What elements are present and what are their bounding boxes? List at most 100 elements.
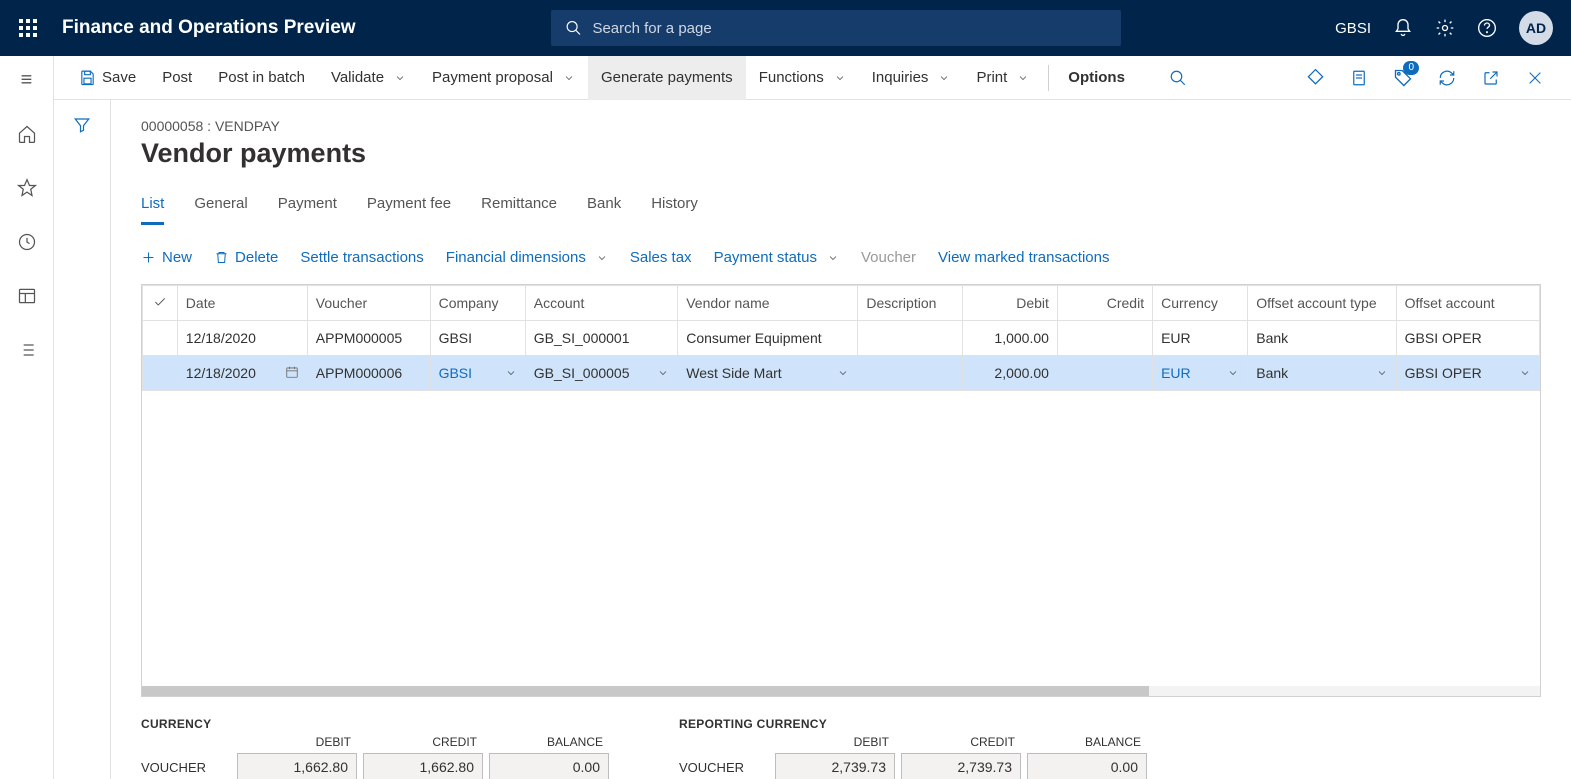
attachments-button[interactable]	[1295, 56, 1335, 100]
cell-date[interactable]: 12/18/2020	[177, 321, 307, 356]
cell-credit[interactable]	[1057, 321, 1152, 356]
functions-menu[interactable]: Functions	[746, 56, 859, 100]
global-header: Finance and Operations Preview GBSI AD	[0, 0, 1571, 56]
office-button[interactable]	[1339, 56, 1379, 100]
chevron-down-icon[interactable]	[1519, 367, 1531, 379]
chevron-down-icon[interactable]	[657, 367, 669, 379]
cell-credit[interactable]	[1057, 356, 1152, 391]
col-credit[interactable]: Credit	[1057, 286, 1152, 321]
print-menu[interactable]: Print	[963, 56, 1042, 100]
company-indicator[interactable]: GBSI	[1335, 20, 1371, 37]
cell-offset-account[interactable]: GBSI OPER	[1396, 321, 1539, 356]
chevron-down-icon	[827, 252, 839, 264]
payment-proposal-menu[interactable]: Payment proposal	[419, 56, 588, 100]
search-input[interactable]	[592, 20, 1107, 37]
total-value: 1,662.80	[237, 753, 357, 779]
col-account[interactable]: Account	[525, 286, 677, 321]
cell-offset-type[interactable]: Bank	[1248, 356, 1396, 391]
cell-currency[interactable]: EUR	[1153, 356, 1248, 391]
cell-voucher[interactable]: APPM000006	[307, 356, 430, 391]
cell-voucher[interactable]: APPM000005	[307, 321, 430, 356]
col-debit[interactable]: Debit	[962, 286, 1057, 321]
new-button[interactable]: New	[141, 249, 192, 266]
cell-description[interactable]	[858, 321, 962, 356]
financial-dimensions-menu[interactable]: Financial dimensions	[446, 249, 608, 266]
nav-home[interactable]	[0, 116, 54, 152]
nav-workspaces[interactable]	[0, 278, 54, 314]
sales-tax-button[interactable]: Sales tax	[630, 249, 692, 266]
user-avatar[interactable]: AD	[1519, 11, 1553, 45]
cell-company[interactable]: GBSI	[430, 356, 525, 391]
find-button[interactable]	[1158, 56, 1198, 100]
cell-description[interactable]	[858, 356, 962, 391]
row-selector[interactable]	[143, 356, 178, 391]
cell-account[interactable]: GB_SI_000001	[525, 321, 677, 356]
tab-general[interactable]: General	[194, 195, 247, 225]
cell-company[interactable]: GBSI	[430, 321, 525, 356]
tab-payment[interactable]: Payment	[278, 195, 337, 225]
horizontal-scrollbar[interactable]	[142, 686, 1540, 696]
cell-offset-type[interactable]: Bank	[1248, 321, 1396, 356]
calendar-icon[interactable]	[285, 365, 299, 379]
inquiries-menu[interactable]: Inquiries	[859, 56, 964, 100]
tab-history[interactable]: History	[651, 195, 698, 225]
reporting-section-label: REPORTING CURRENCY	[679, 717, 1147, 731]
row-selector[interactable]	[143, 321, 178, 356]
chevron-down-icon[interactable]	[1376, 367, 1388, 379]
delete-button[interactable]: Delete	[214, 249, 278, 266]
validate-menu[interactable]: Validate	[318, 56, 419, 100]
grid-row[interactable]: 12/18/2020 APPM000005 GBSI GB_SI_000001 …	[143, 321, 1540, 356]
popout-button[interactable]	[1471, 56, 1511, 100]
gear-icon[interactable]	[1435, 18, 1455, 38]
close-button[interactable]	[1515, 56, 1555, 100]
tab-remittance[interactable]: Remittance	[481, 195, 557, 225]
cell-vendor[interactable]: Consumer Equipment	[678, 321, 858, 356]
cell-currency[interactable]: EUR	[1153, 321, 1248, 356]
nav-modules[interactable]	[0, 332, 54, 368]
col-description[interactable]: Description	[858, 286, 962, 321]
col-offset-account[interactable]: Offset account	[1396, 286, 1539, 321]
generate-payments-button[interactable]: Generate payments	[588, 56, 746, 100]
expand-nav-button[interactable]: ≡	[0, 62, 54, 98]
col-company[interactable]: Company	[430, 286, 525, 321]
select-all-checkbox[interactable]	[143, 286, 178, 321]
cell-date[interactable]: 12/18/2020	[177, 356, 307, 391]
scrollbar-thumb[interactable]	[142, 686, 1149, 696]
chevron-down-icon[interactable]	[505, 367, 517, 379]
cell-account[interactable]: GB_SI_000005	[525, 356, 677, 391]
bell-icon[interactable]	[1393, 18, 1413, 38]
col-currency[interactable]: Currency	[1153, 286, 1248, 321]
col-offset-type[interactable]: Offset account type	[1248, 286, 1396, 321]
search-box[interactable]	[551, 10, 1121, 46]
nav-recent[interactable]	[0, 224, 54, 260]
post-in-batch-button[interactable]: Post in batch	[205, 56, 318, 100]
grid-row-selected[interactable]: 12/18/2020 APPM000006 GBSI GB_SI_000005 …	[143, 356, 1540, 391]
col-voucher[interactable]: Voucher	[307, 286, 430, 321]
save-button[interactable]: Save	[66, 56, 149, 100]
col-vendor-name[interactable]: Vendor name	[678, 286, 858, 321]
options-button[interactable]: Options	[1055, 56, 1138, 100]
cell-debit[interactable]: 2,000.00	[962, 356, 1057, 391]
settle-transactions-button[interactable]: Settle transactions	[300, 249, 423, 266]
payment-status-menu[interactable]: Payment status	[714, 249, 839, 266]
tab-payment-fee[interactable]: Payment fee	[367, 195, 451, 225]
chevron-down-icon[interactable]	[837, 367, 849, 379]
app-launcher-button[interactable]	[0, 19, 56, 37]
nav-favorites[interactable]	[0, 170, 54, 206]
view-marked-button[interactable]: View marked transactions	[938, 249, 1109, 266]
chevron-down-icon[interactable]	[1227, 367, 1239, 379]
cell-vendor[interactable]: West Side Mart	[678, 356, 858, 391]
col-date[interactable]: Date	[177, 286, 307, 321]
message-button[interactable]: 0	[1383, 56, 1423, 100]
action-bar: Save Post Post in batch Validate Payment…	[54, 56, 1571, 100]
cell-debit[interactable]: 1,000.00	[962, 321, 1057, 356]
tab-list[interactable]: List	[141, 195, 164, 225]
total-value: 0.00	[1027, 753, 1147, 779]
help-icon[interactable]	[1477, 18, 1497, 38]
trash-icon	[214, 250, 229, 265]
refresh-button[interactable]	[1427, 56, 1467, 100]
filter-pane[interactable]	[54, 100, 110, 779]
tab-bank[interactable]: Bank	[587, 195, 621, 225]
cell-offset-account[interactable]: GBSI OPER	[1396, 356, 1539, 391]
post-button[interactable]: Post	[149, 56, 205, 100]
